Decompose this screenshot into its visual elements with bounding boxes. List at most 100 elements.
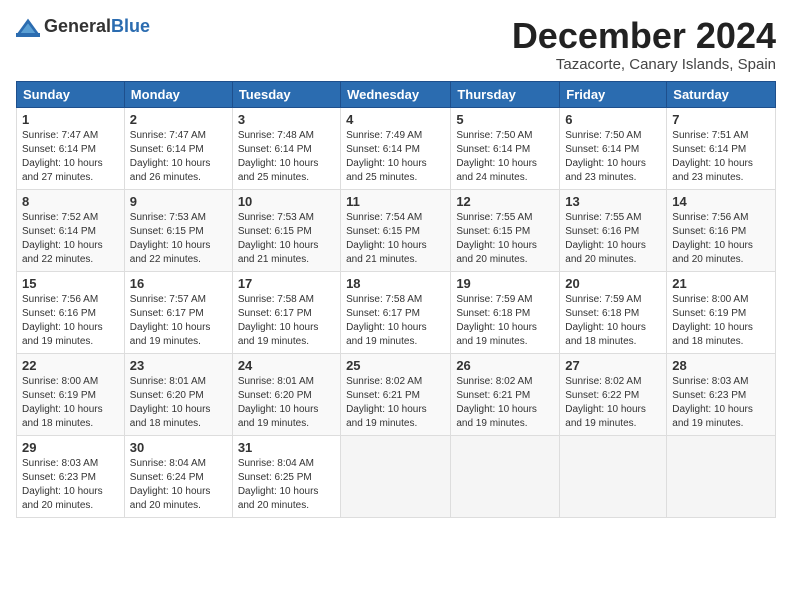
day-info: Sunrise: 7:59 AMSunset: 6:18 PMDaylight:…	[565, 294, 646, 347]
logo-general: General	[44, 16, 111, 36]
day-number: 19	[456, 276, 554, 291]
table-row: 7 Sunrise: 7:51 AMSunset: 6:14 PMDayligh…	[667, 107, 776, 189]
day-info: Sunrise: 7:52 AMSunset: 6:14 PMDaylight:…	[22, 212, 103, 265]
table-row: 30 Sunrise: 8:04 AMSunset: 6:24 PMDaylig…	[124, 435, 232, 517]
table-row: 11 Sunrise: 7:54 AMSunset: 6:15 PMDaylig…	[341, 189, 451, 271]
page-container: GeneralBlue December 2024 Tazacorte, Can…	[0, 0, 792, 526]
day-number: 14	[672, 194, 770, 209]
logo-blue: Blue	[111, 16, 150, 36]
day-number: 17	[238, 276, 335, 291]
day-number: 30	[130, 440, 227, 455]
table-row: 4 Sunrise: 7:49 AMSunset: 6:14 PMDayligh…	[341, 107, 451, 189]
col-tuesday: Tuesday	[232, 81, 340, 107]
table-row: 17 Sunrise: 7:58 AMSunset: 6:17 PMDaylig…	[232, 271, 340, 353]
day-number: 24	[238, 358, 335, 373]
day-info: Sunrise: 7:55 AMSunset: 6:15 PMDaylight:…	[456, 212, 537, 265]
day-info: Sunrise: 8:02 AMSunset: 6:22 PMDaylight:…	[565, 376, 646, 429]
table-row	[560, 435, 667, 517]
day-number: 1	[22, 112, 119, 127]
day-info: Sunrise: 8:04 AMSunset: 6:25 PMDaylight:…	[238, 458, 319, 511]
day-number: 15	[22, 276, 119, 291]
table-row: 19 Sunrise: 7:59 AMSunset: 6:18 PMDaylig…	[451, 271, 560, 353]
day-number: 16	[130, 276, 227, 291]
table-row: 24 Sunrise: 8:01 AMSunset: 6:20 PMDaylig…	[232, 353, 340, 435]
table-row	[667, 435, 776, 517]
table-row: 22 Sunrise: 8:00 AMSunset: 6:19 PMDaylig…	[17, 353, 125, 435]
day-number: 3	[238, 112, 335, 127]
day-number: 29	[22, 440, 119, 455]
day-number: 7	[672, 112, 770, 127]
table-row: 20 Sunrise: 7:59 AMSunset: 6:18 PMDaylig…	[560, 271, 667, 353]
day-number: 9	[130, 194, 227, 209]
table-row: 27 Sunrise: 8:02 AMSunset: 6:22 PMDaylig…	[560, 353, 667, 435]
day-info: Sunrise: 8:01 AMSunset: 6:20 PMDaylight:…	[238, 376, 319, 429]
table-row: 6 Sunrise: 7:50 AMSunset: 6:14 PMDayligh…	[560, 107, 667, 189]
day-number: 8	[22, 194, 119, 209]
day-info: Sunrise: 8:00 AMSunset: 6:19 PMDaylight:…	[22, 376, 103, 429]
table-row: 21 Sunrise: 8:00 AMSunset: 6:19 PMDaylig…	[667, 271, 776, 353]
calendar-week-row: 22 Sunrise: 8:00 AMSunset: 6:19 PMDaylig…	[17, 353, 776, 435]
day-number: 26	[456, 358, 554, 373]
day-info: Sunrise: 7:57 AMSunset: 6:17 PMDaylight:…	[130, 294, 211, 347]
calendar-week-row: 15 Sunrise: 7:56 AMSunset: 6:16 PMDaylig…	[17, 271, 776, 353]
day-number: 25	[346, 358, 445, 373]
day-info: Sunrise: 7:53 AMSunset: 6:15 PMDaylight:…	[238, 212, 319, 265]
table-row: 8 Sunrise: 7:52 AMSunset: 6:14 PMDayligh…	[17, 189, 125, 271]
day-number: 28	[672, 358, 770, 373]
table-row: 23 Sunrise: 8:01 AMSunset: 6:20 PMDaylig…	[124, 353, 232, 435]
logo-icon	[16, 17, 40, 37]
day-number: 13	[565, 194, 661, 209]
day-info: Sunrise: 7:50 AMSunset: 6:14 PMDaylight:…	[456, 130, 537, 183]
col-monday: Monday	[124, 81, 232, 107]
table-row: 26 Sunrise: 8:02 AMSunset: 6:21 PMDaylig…	[451, 353, 560, 435]
day-info: Sunrise: 7:49 AMSunset: 6:14 PMDaylight:…	[346, 130, 427, 183]
col-thursday: Thursday	[451, 81, 560, 107]
day-info: Sunrise: 7:47 AMSunset: 6:14 PMDaylight:…	[130, 130, 211, 183]
table-row: 10 Sunrise: 7:53 AMSunset: 6:15 PMDaylig…	[232, 189, 340, 271]
day-number: 27	[565, 358, 661, 373]
day-info: Sunrise: 8:04 AMSunset: 6:24 PMDaylight:…	[130, 458, 211, 511]
logo: GeneralBlue	[16, 16, 150, 37]
table-row: 14 Sunrise: 7:56 AMSunset: 6:16 PMDaylig…	[667, 189, 776, 271]
day-info: Sunrise: 7:51 AMSunset: 6:14 PMDaylight:…	[672, 130, 753, 183]
day-info: Sunrise: 7:47 AMSunset: 6:14 PMDaylight:…	[22, 130, 103, 183]
day-number: 2	[130, 112, 227, 127]
table-row: 31 Sunrise: 8:04 AMSunset: 6:25 PMDaylig…	[232, 435, 340, 517]
table-row	[451, 435, 560, 517]
subtitle: Tazacorte, Canary Islands, Spain	[512, 56, 776, 73]
calendar-table: Sunday Monday Tuesday Wednesday Thursday…	[16, 81, 776, 518]
calendar-header-row: Sunday Monday Tuesday Wednesday Thursday…	[17, 81, 776, 107]
table-row: 12 Sunrise: 7:55 AMSunset: 6:15 PMDaylig…	[451, 189, 560, 271]
day-number: 5	[456, 112, 554, 127]
logo-text: GeneralBlue	[44, 16, 150, 37]
day-number: 6	[565, 112, 661, 127]
day-info: Sunrise: 8:03 AMSunset: 6:23 PMDaylight:…	[22, 458, 103, 511]
calendar-week-row: 29 Sunrise: 8:03 AMSunset: 6:23 PMDaylig…	[17, 435, 776, 517]
table-row: 16 Sunrise: 7:57 AMSunset: 6:17 PMDaylig…	[124, 271, 232, 353]
day-number: 31	[238, 440, 335, 455]
table-row: 3 Sunrise: 7:48 AMSunset: 6:14 PMDayligh…	[232, 107, 340, 189]
table-row: 13 Sunrise: 7:55 AMSunset: 6:16 PMDaylig…	[560, 189, 667, 271]
calendar-week-row: 1 Sunrise: 7:47 AMSunset: 6:14 PMDayligh…	[17, 107, 776, 189]
table-row: 29 Sunrise: 8:03 AMSunset: 6:23 PMDaylig…	[17, 435, 125, 517]
calendar-week-row: 8 Sunrise: 7:52 AMSunset: 6:14 PMDayligh…	[17, 189, 776, 271]
day-number: 23	[130, 358, 227, 373]
day-info: Sunrise: 8:03 AMSunset: 6:23 PMDaylight:…	[672, 376, 753, 429]
day-info: Sunrise: 7:56 AMSunset: 6:16 PMDaylight:…	[22, 294, 103, 347]
day-number: 11	[346, 194, 445, 209]
day-info: Sunrise: 7:50 AMSunset: 6:14 PMDaylight:…	[565, 130, 646, 183]
day-info: Sunrise: 8:00 AMSunset: 6:19 PMDaylight:…	[672, 294, 753, 347]
col-friday: Friday	[560, 81, 667, 107]
table-row: 18 Sunrise: 7:58 AMSunset: 6:17 PMDaylig…	[341, 271, 451, 353]
table-row: 28 Sunrise: 8:03 AMSunset: 6:23 PMDaylig…	[667, 353, 776, 435]
day-info: Sunrise: 7:58 AMSunset: 6:17 PMDaylight:…	[346, 294, 427, 347]
table-row: 25 Sunrise: 8:02 AMSunset: 6:21 PMDaylig…	[341, 353, 451, 435]
day-info: Sunrise: 7:59 AMSunset: 6:18 PMDaylight:…	[456, 294, 537, 347]
header: GeneralBlue December 2024 Tazacorte, Can…	[16, 16, 776, 73]
day-number: 10	[238, 194, 335, 209]
day-number: 20	[565, 276, 661, 291]
day-number: 4	[346, 112, 445, 127]
day-info: Sunrise: 8:01 AMSunset: 6:20 PMDaylight:…	[130, 376, 211, 429]
title-section: December 2024 Tazacorte, Canary Islands,…	[512, 16, 776, 73]
table-row: 9 Sunrise: 7:53 AMSunset: 6:15 PMDayligh…	[124, 189, 232, 271]
